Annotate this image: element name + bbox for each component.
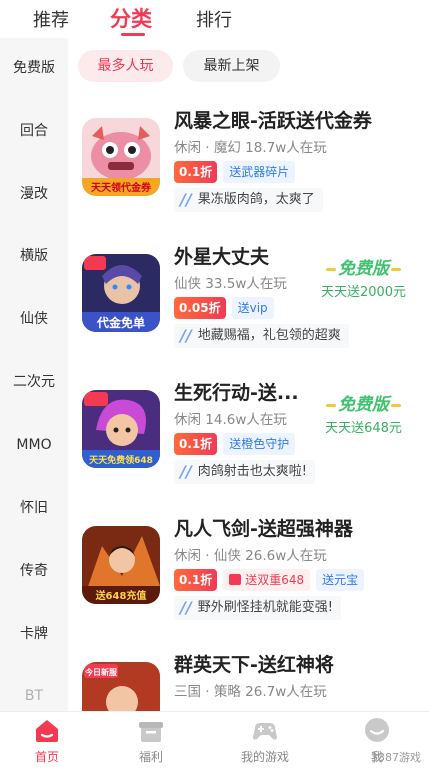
game-card[interactable]: 代金免单 外星大丈夫 仙侠 33.5w人在玩 0.05折 送vip // 地藏赐… — [70, 236, 429, 361]
tab-ranking[interactable]: 排行 — [196, 6, 232, 32]
discount-badge: 0.1折 — [174, 161, 218, 183]
top-tab-bar: 推荐 分类 排行 — [0, 0, 429, 38]
tag-row: 0.05折 送vip — [174, 297, 274, 319]
quote-icon: // — [180, 190, 192, 209]
filter-most-played[interactable]: 最多人玩 — [78, 50, 173, 82]
tab-category[interactable]: 分类 — [110, 3, 152, 33]
game-meta: 仙侠 33.5w人在玩 — [174, 276, 287, 292]
game-meta: 三国 · 策略 26.7w人在玩 — [174, 684, 327, 700]
category-sidebar: 免费版 回合 漫改 横版 仙侠 二次元 MMO 怀旧 传奇 卡牌 BT — [0, 38, 68, 711]
sidebar-item-retro[interactable]: 怀旧 — [0, 488, 68, 528]
free-badge-label: 免费版 — [338, 259, 389, 279]
nav-benefits[interactable]: 福利 — [111, 716, 191, 765]
game-title: 生死行动-送... — [174, 382, 299, 404]
icon-caption: 天天免费领648 — [89, 454, 153, 466]
wing-icon — [391, 267, 401, 271]
tag-row: 0.1折 送武器碎片 — [174, 161, 296, 183]
game-card[interactable]: 送648充值 凡人飞剑-送超强神器 休闲 · 仙侠 26.6w人在玩 0.1折 … — [70, 508, 429, 633]
game-note: // 肉鸽射击也太爽啦! — [174, 460, 315, 484]
game-title: 风暴之眼-活跃送代金券 — [174, 110, 372, 132]
perk-tag: 送元宝 — [316, 569, 365, 591]
icon-caption: 天天领代金券 — [91, 181, 152, 194]
discount-badge: 0.1折 — [174, 433, 218, 455]
profile-icon — [365, 718, 389, 742]
sidebar-item-bt[interactable]: BT — [0, 676, 68, 711]
free-badge-subtitle: 天天送2000元 — [320, 285, 407, 300]
wing-icon — [326, 403, 336, 407]
filter-newest[interactable]: 最新上架 — [183, 50, 280, 82]
wing-icon — [326, 267, 336, 271]
icon-caption: 今日新服 — [84, 667, 118, 677]
game-note: // 地藏赐福，礼包领的超爽 — [174, 324, 349, 348]
game-icon[interactable]: 送648充值 — [82, 526, 160, 604]
watermark: 3387游戏 — [371, 751, 421, 764]
sidebar-item-free[interactable]: 免费版 — [0, 48, 68, 88]
perk-tag: 送橙色守护 — [223, 433, 296, 455]
nav-my-games[interactable]: 我的游戏 — [225, 716, 305, 765]
game-icon[interactable]: 天天领代金券 — [82, 118, 160, 196]
game-note: // 果冻版肉鸽，太爽了 — [174, 188, 323, 212]
quote-icon: // — [180, 326, 192, 345]
game-meta: 休闲 14.6w人在玩 — [174, 412, 287, 428]
sidebar-item-mmo[interactable]: MMO — [0, 425, 68, 465]
gamepad-icon — [253, 723, 277, 740]
free-version-badge: 免费版 天天送648元 — [316, 390, 411, 436]
icon-caption: 送648充值 — [95, 589, 147, 602]
active-tab-indicator — [121, 33, 145, 36]
sidebar-item-anime-adapt[interactable]: 漫改 — [0, 174, 68, 214]
game-title: 群英天下-送红神将 — [174, 654, 334, 676]
nav-home[interactable]: 首页 — [7, 716, 87, 765]
tab-recommend[interactable]: 推荐 — [33, 6, 69, 32]
sidebar-item-turn-based[interactable]: 回合 — [0, 111, 68, 151]
game-meta: 休闲 · 仙侠 26.6w人在玩 — [174, 548, 327, 564]
tag-row: 0.1折 送橙色守护 — [174, 433, 296, 455]
sidebar-item-side-scroll[interactable]: 横版 — [0, 236, 68, 276]
game-card[interactable]: 天天领代金券 风暴之眼-活跃送代金券 休闲 · 魔幻 18.7w人在玩 0.1折… — [70, 100, 429, 225]
free-version-badge: 免费版 天天送2000元 — [316, 254, 411, 300]
free-badge-label: 免费版 — [338, 395, 389, 415]
quote-icon: // — [180, 598, 192, 617]
gift-box-icon — [139, 722, 163, 742]
tag-row: 0.1折 送双重648 送元宝 — [174, 569, 365, 591]
game-note: // 野外刷怪挂机就能变强! — [174, 596, 341, 620]
sidebar-item-xianxia[interactable]: 仙侠 — [0, 299, 68, 339]
perk-tag: 送vip — [231, 297, 274, 319]
bottom-nav: 首页 福利 我的游戏 我 3387游戏 — [0, 711, 429, 775]
sidebar-item-legend[interactable]: 传奇 — [0, 551, 68, 591]
game-title: 外星大丈夫 — [174, 246, 270, 268]
sidebar-item-card[interactable]: 卡牌 — [0, 614, 68, 654]
game-icon[interactable]: 代金免单 — [82, 254, 160, 332]
perk-tag: 送双重648 — [223, 569, 311, 591]
game-icon[interactable]: 天天免费领648 — [82, 390, 160, 468]
wing-icon — [391, 403, 401, 407]
discount-badge: 0.1折 — [174, 569, 218, 591]
sidebar-item-acg[interactable]: 二次元 — [0, 362, 68, 402]
game-meta: 休闲 · 魔幻 18.7w人在玩 — [174, 140, 327, 156]
note-text: 地藏赐福，礼包领的超爽 — [197, 328, 341, 343]
game-card[interactable]: 天天免费领648 生死行动-送... 休闲 14.6w人在玩 0.1折 送橙色守… — [70, 372, 429, 497]
quote-icon: // — [180, 462, 192, 481]
note-text: 果冻版肉鸽，太爽了 — [197, 192, 315, 207]
note-text: 肉鸽射击也太爽啦! — [197, 464, 307, 479]
icon-caption: 代金免单 — [96, 315, 145, 330]
free-badge-subtitle: 天天送648元 — [325, 421, 402, 436]
gift-icon — [229, 574, 242, 585]
discount-badge: 0.05折 — [174, 297, 226, 319]
game-title: 凡人飞剑-送超强神器 — [174, 518, 353, 540]
note-text: 野外刷怪挂机就能变强! — [197, 600, 333, 615]
home-icon — [36, 720, 58, 742]
perk-tag: 送武器碎片 — [223, 161, 296, 183]
